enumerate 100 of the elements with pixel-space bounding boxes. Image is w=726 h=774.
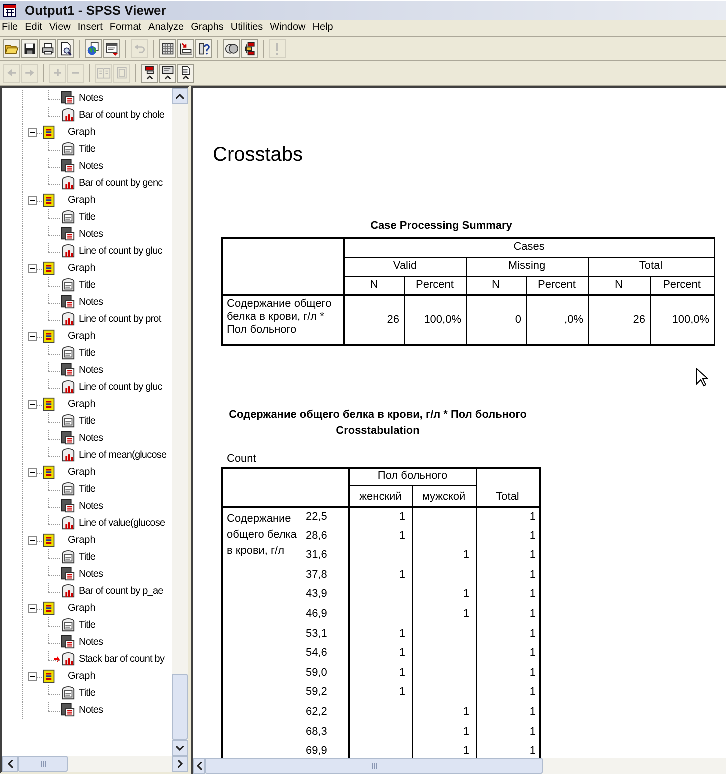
outline-item[interactable]: Graph xyxy=(68,468,96,478)
outline-item[interactable]: Line of mean(glucose xyxy=(79,450,167,460)
outline-item[interactable]: Graph xyxy=(68,128,96,138)
toolbar-button[interactable] xyxy=(177,64,194,82)
table-cell: 1 xyxy=(476,702,540,723)
outline-item[interactable]: Bar of count by p_ae xyxy=(79,586,164,596)
menu-item[interactable]: Window xyxy=(270,23,306,33)
toolbar-button[interactable] xyxy=(141,64,158,82)
toolbar-button[interactable] xyxy=(85,39,102,58)
toolbar-button[interactable] xyxy=(57,39,74,58)
menu-item[interactable]: File xyxy=(2,23,18,33)
scroll-thumb[interactable] xyxy=(172,674,188,740)
scroll-left-button[interactable] xyxy=(193,758,205,774)
toolbar-button[interactable] xyxy=(159,39,176,58)
collapse-toggle[interactable] xyxy=(28,468,37,477)
outline-item[interactable]: Notes xyxy=(79,434,104,444)
outline-item[interactable]: Line of count by gluc xyxy=(79,246,162,256)
app-icon xyxy=(3,4,17,18)
outline-item[interactable]: Notes xyxy=(79,638,104,648)
toolbar-button[interactable] xyxy=(177,39,194,58)
outline-item[interactable]: Stack bar of count by xyxy=(79,654,165,664)
collapse-toggle[interactable] xyxy=(28,128,37,137)
outline-item[interactable]: Line of count by prot xyxy=(79,314,162,324)
graph-book-icon xyxy=(42,125,56,140)
table-cell: 1 xyxy=(349,664,412,684)
toolbar-button[interactable] xyxy=(223,39,240,58)
outline-item[interactable]: Title xyxy=(79,416,96,426)
outline-item[interactable]: Graph xyxy=(68,196,96,206)
table-cell: 1 xyxy=(349,566,412,586)
toolbar-button[interactable] xyxy=(159,64,176,82)
menu-item[interactable]: View xyxy=(49,23,71,33)
scroll-down-button[interactable] xyxy=(172,740,188,756)
vertical-scrollbar[interactable] xyxy=(172,88,188,756)
menu-item[interactable]: Graphs xyxy=(191,23,224,33)
undo-arrow-icon xyxy=(132,42,146,56)
toolbar-button[interactable] xyxy=(195,39,212,58)
toolbar-button[interactable] xyxy=(103,39,120,58)
output-heading: Crosstabs xyxy=(213,145,304,165)
outline-item[interactable]: Title xyxy=(79,552,96,562)
scroll-thumb[interactable] xyxy=(205,758,543,774)
menu-item[interactable]: Help xyxy=(312,23,334,33)
scroll-thumb[interactable] xyxy=(18,756,68,772)
outline-item[interactable]: Graph xyxy=(68,536,96,546)
scroll-left-button[interactable] xyxy=(2,756,18,772)
bar-chart-icon xyxy=(61,516,76,531)
menu-item[interactable]: Insert xyxy=(78,23,103,33)
outline-item[interactable]: Graph xyxy=(68,332,96,342)
outline-item[interactable]: Title xyxy=(79,348,96,358)
collapse-toggle[interactable] xyxy=(28,536,37,545)
outline-item[interactable]: Graph xyxy=(68,264,96,274)
outline-item[interactable]: Graph xyxy=(68,672,96,682)
page-icon xyxy=(114,66,128,80)
toolbar-button[interactable] xyxy=(39,39,56,58)
toolbar-button[interactable] xyxy=(21,39,38,58)
menu-item[interactable]: Format xyxy=(110,23,142,33)
menu-item[interactable]: Edit xyxy=(25,23,42,33)
outline-item[interactable]: Notes xyxy=(79,230,104,240)
outline-item[interactable]: Graph xyxy=(68,604,96,614)
outline-item[interactable]: Notes xyxy=(79,502,104,512)
outline-item[interactable]: Notes xyxy=(79,298,104,308)
outline-item[interactable]: Bar of count by genc xyxy=(79,178,163,188)
outline-item[interactable]: Notes xyxy=(79,94,104,104)
outline-item[interactable]: Graph xyxy=(68,400,96,410)
graph-book-icon xyxy=(42,465,56,480)
outline-item[interactable]: Line of count by gluc xyxy=(79,382,162,392)
notes-icon xyxy=(61,499,76,514)
outline-item[interactable]: Notes xyxy=(79,366,104,376)
collapse-toggle[interactable] xyxy=(28,400,37,409)
printer-icon xyxy=(40,42,54,56)
outline-item[interactable]: Title xyxy=(79,144,96,154)
horizontal-scrollbar[interactable] xyxy=(193,758,726,774)
outline-item[interactable]: Bar of count by chole xyxy=(79,110,165,120)
outline-item[interactable]: Title xyxy=(79,688,96,698)
outline-item[interactable]: Notes xyxy=(79,162,104,172)
row-header: 59,0 xyxy=(304,664,349,684)
outline-item[interactable]: Title xyxy=(79,484,96,494)
column-header: N xyxy=(466,276,526,295)
menu-item[interactable]: Utilities xyxy=(230,23,264,33)
toolbar-button[interactable] xyxy=(241,39,258,58)
variable-help-icon xyxy=(196,42,210,56)
notes-icon xyxy=(61,635,76,650)
scroll-up-button[interactable] xyxy=(172,88,188,104)
row-header: 46,9 xyxy=(304,604,349,625)
collapse-toggle[interactable] xyxy=(28,196,37,205)
outline-item[interactable]: Title xyxy=(79,212,96,222)
collapse-toggle[interactable] xyxy=(28,264,37,273)
outline-item[interactable]: Line of value(glucose xyxy=(79,518,166,528)
scroll-right-button[interactable] xyxy=(172,756,188,772)
horizontal-scrollbar[interactable] xyxy=(2,756,188,772)
collapse-toggle[interactable] xyxy=(28,672,37,681)
menu-item[interactable]: Analyze xyxy=(148,23,184,33)
outline-item[interactable]: Notes xyxy=(79,706,104,716)
outline-item[interactable]: Title xyxy=(79,280,96,290)
outline-item[interactable]: Notes xyxy=(79,570,104,580)
collapse-toggle[interactable] xyxy=(28,604,37,613)
row-header: 53,1 xyxy=(304,624,349,644)
table-cell: 1 xyxy=(412,702,476,723)
collapse-toggle[interactable] xyxy=(28,332,37,341)
window-stack-icon xyxy=(242,42,256,56)
outline-item[interactable]: Title xyxy=(79,620,96,630)
